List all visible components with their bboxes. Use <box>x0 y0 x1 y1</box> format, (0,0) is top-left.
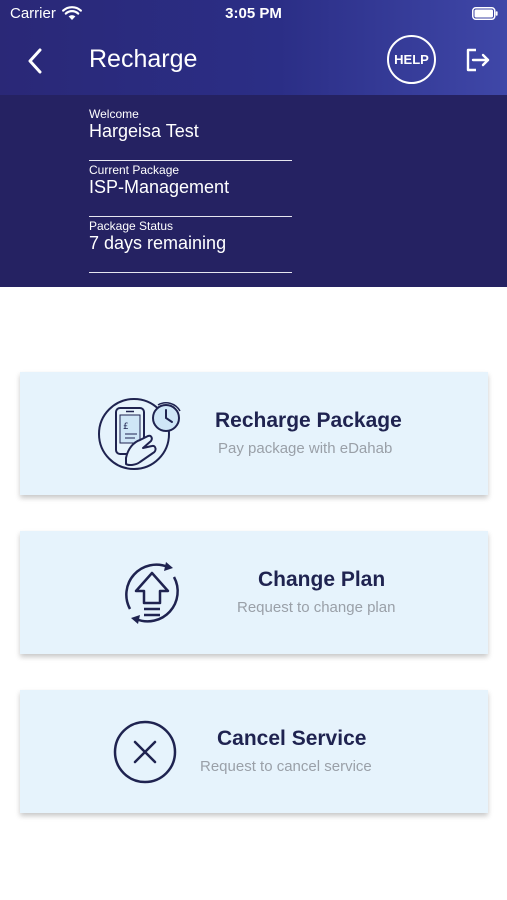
field-label: Welcome <box>89 107 139 121</box>
current-package-field: Current Package ISP-Management <box>89 163 292 217</box>
back-button[interactable] <box>20 44 50 78</box>
header: Carrier 3:05 PM Recharge HELP <box>0 0 507 95</box>
battery-icon <box>472 7 498 20</box>
card-title: Recharge Package <box>215 409 402 432</box>
help-button[interactable]: HELP <box>387 35 436 84</box>
field-label: Package Status <box>89 219 174 233</box>
clock: 3:05 PM <box>225 5 282 22</box>
card-title: Change Plan <box>258 568 386 591</box>
status-bar: Carrier 3:05 PM <box>0 0 507 28</box>
page-title: Recharge <box>89 45 198 73</box>
package-status-field: Package Status 7 days remaining <box>89 219 292 273</box>
cancel-circle-icon <box>113 720 177 784</box>
recharge-package-card[interactable]: £ Recharge Package Pay package with eDah… <box>20 372 488 495</box>
welcome-field: Welcome Hargeisa Test <box>89 107 292 161</box>
field-value: Hargeisa Test <box>89 121 199 141</box>
cancel-service-card[interactable]: Cancel Service Request to cancel service <box>20 690 488 813</box>
svg-text:£: £ <box>123 422 129 432</box>
account-info-panel: Welcome Hargeisa Test Current Package IS… <box>0 95 507 287</box>
field-value: 7 days remaining <box>89 233 227 253</box>
phone-payment-icon: £ <box>98 398 181 470</box>
card-subtitle: Request to change plan <box>237 599 396 616</box>
card-subtitle: Pay package with eDahab <box>218 440 393 457</box>
change-plan-card[interactable]: Change Plan Request to change plan <box>20 531 488 654</box>
chevron-left-icon <box>28 48 42 74</box>
recharge-screen: Carrier 3:05 PM Recharge HELP Welcome Ha… <box>0 0 507 900</box>
field-value: ISP-Management <box>89 177 230 197</box>
upgrade-arrow-icon <box>125 562 179 624</box>
card-subtitle: Request to cancel service <box>200 758 372 775</box>
card-title: Cancel Service <box>217 727 367 750</box>
logout-icon[interactable] <box>463 46 491 74</box>
field-label: Current Package <box>89 163 180 177</box>
